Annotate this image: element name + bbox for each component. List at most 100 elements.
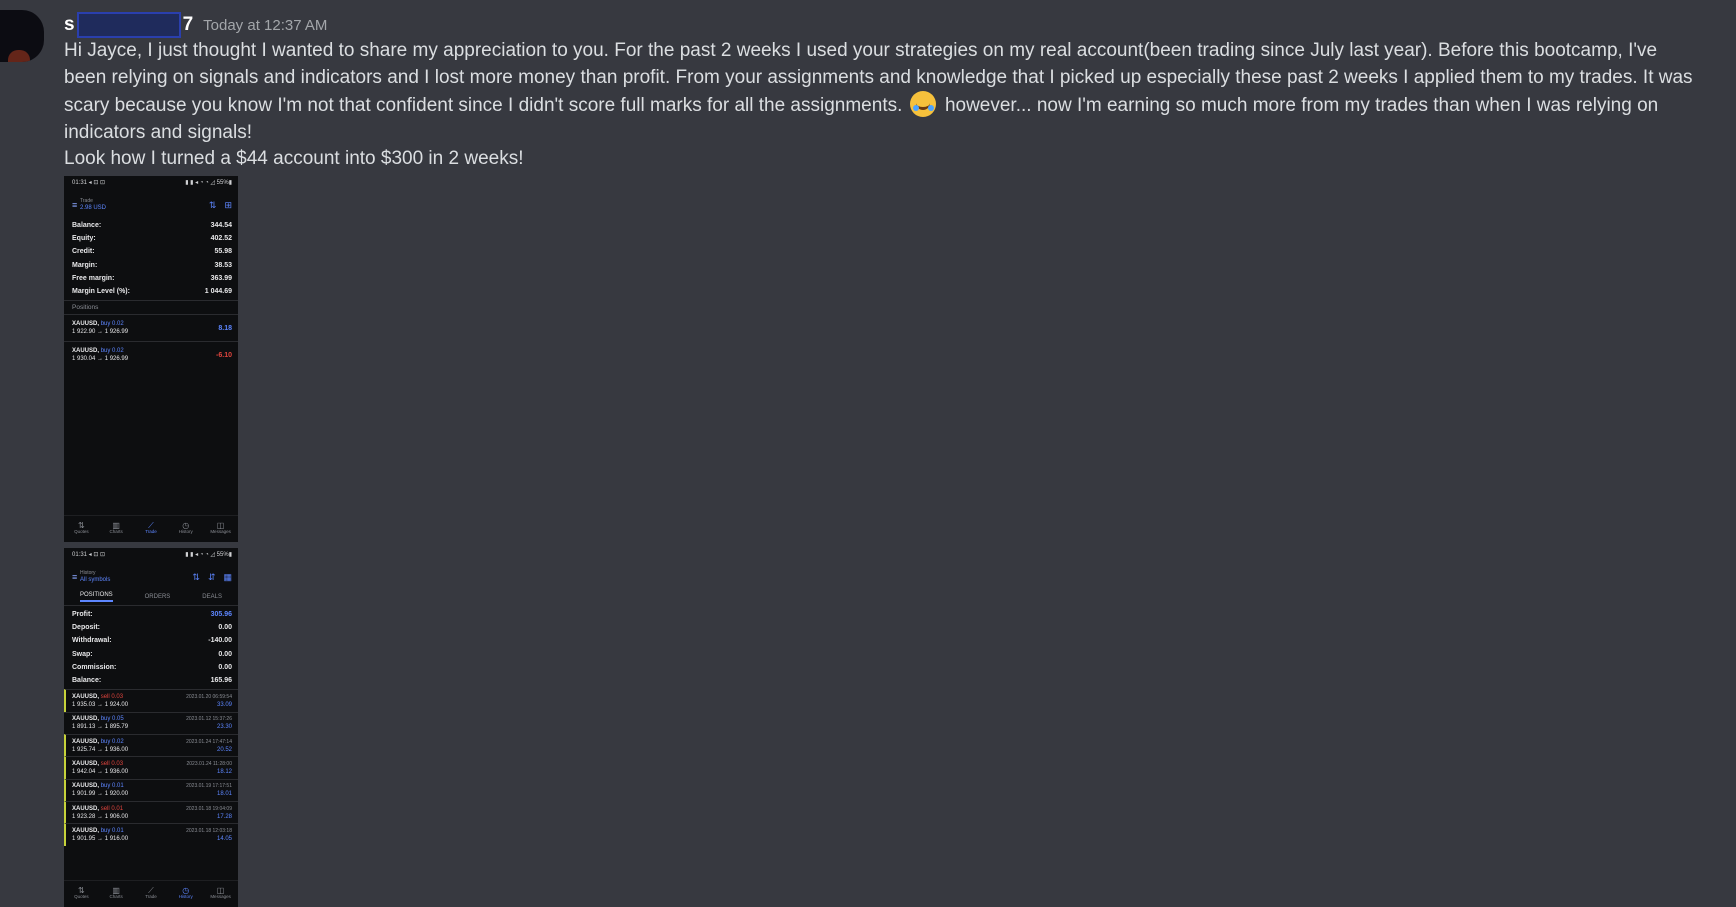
summary-row: Commission: 0.00 <box>72 661 232 674</box>
position-prices: 1 930.04 → 1 926.99 <box>72 356 129 363</box>
summary-value: -140.00 <box>208 637 232 645</box>
bottom-nav: ⇅ Quotes ▥ Charts ⟋ Trade ◷ History ◫ Message… <box>64 515 238 542</box>
deal-symbol: XAUUSD, <box>72 716 100 723</box>
summary-value: 38.53 <box>214 261 232 269</box>
deal-row: XAUUSD, sell 0.03 1 942.04 → 1 936.00 202… <box>64 756 238 779</box>
nav-messages: ◫ Messages <box>204 522 238 535</box>
deal-row: XAUUSD, sell 0.01 1 923.28 → 1 906.00 202… <box>64 801 238 824</box>
deal-side: buy 0.02 <box>100 738 124 745</box>
filter-icon: ⇅ <box>192 571 200 582</box>
tab-positions: POSITIONS <box>79 592 113 602</box>
summary-value: 55.98 <box>214 248 232 256</box>
toolbar-title-small: Trade <box>80 198 93 204</box>
nav-charts: ▥ Charts <box>99 522 133 535</box>
deal-prices: 1 935.03 → 1 924.00 <box>72 701 129 708</box>
deal-symbol: XAUUSD, <box>72 760 100 767</box>
summary-value: 1 044.69 <box>204 287 232 295</box>
summary-value: 344.54 <box>210 222 232 229</box>
deal-prices: 1 925.74 → 1 936.00 <box>72 746 129 753</box>
deal-profit: 18.01 <box>216 791 232 798</box>
sort-icon: ⇅ <box>208 199 217 210</box>
status-icons: ▮ ▮ ◂ ◔ ◔ ◿ 55%▮ <box>185 552 232 558</box>
menu-icon: ≡ <box>72 572 78 582</box>
summary-row: Profit: 305.96 <box>72 608 232 621</box>
nav-history: ◷ History <box>169 887 203 900</box>
deal-time: 2023.01.18 19:04:09 <box>186 805 232 812</box>
app-toolbar: ≡ History All symbols ⇅ ⇵ ▦ <box>64 565 238 589</box>
bottom-nav: ⇅ Quotes ▥ Charts ⟋ Trade ◷ History ◫ Message… <box>64 880 238 907</box>
tab-orders: ORDERS <box>144 594 171 600</box>
summary-row: Deposit: 0.00 <box>72 621 232 634</box>
nav-trade: ⟋ Trade <box>134 522 168 535</box>
status-time: 01:31 ◂ ⊡ ⊡ <box>72 552 106 558</box>
summary-value: 363.99 <box>210 274 232 282</box>
chat-message: s7 Today at 12:37 AM Hi Jayce, I just th… <box>0 0 1736 907</box>
position-profit: -6.10 <box>216 351 232 359</box>
nav-label: Charts <box>109 529 123 534</box>
history-summary: Profit: 305.96 Deposit: 0.00 Withdrawal: -1… <box>64 606 238 689</box>
attachment-image-trade[interactable]: 01:31 ◂ ⊡ ⊡ ▮ ▮ ◂ ◔ ◔ ◿ 55%▮ ≡ Trade 2.9… <box>64 176 238 542</box>
position-side: buy 0.02 <box>100 321 124 328</box>
redaction-box <box>76 12 181 38</box>
summary-label: Swap: <box>72 650 93 658</box>
summary-value: 0.00 <box>218 650 232 658</box>
deal-time: 2023.01.18 12:03:18 <box>186 828 232 835</box>
summary-row: Credit: 55.98 <box>72 245 232 258</box>
menu-icon: ≡ <box>72 200 78 210</box>
summary-label: Equity: <box>72 235 96 243</box>
avatar[interactable] <box>0 10 44 62</box>
summary-row: Margin Level (%): 1 044.69 <box>72 285 232 298</box>
username-end: 7 <box>182 14 194 36</box>
username-start: s <box>64 14 75 36</box>
deal-symbol: XAUUSD, <box>72 783 100 790</box>
deal-side: sell 0.03 <box>100 693 124 700</box>
summary-label: Credit: <box>72 248 95 256</box>
attachment-image-history[interactable]: 01:31 ◂ ⊡ ⊡ ▮ ▮ ◂ ◔ ◔ ◿ 55%▮ ≡ History A… <box>64 548 238 907</box>
deal-time: 2023.01.24 17:47:14 <box>186 738 232 745</box>
deal-prices: 1 901.99 → 1 920.00 <box>72 791 129 798</box>
deal-row: XAUUSD, buy 0.01 1 901.99 → 1 920.00 2023… <box>64 778 238 802</box>
deal-time: 2023.01.12 15:37:26 <box>186 716 232 723</box>
phone-status-bar: 01:31 ◂ ⊡ ⊡ ▮ ▮ ◂ ◔ ◔ ◿ 55%▮ <box>64 176 238 193</box>
sort-icon: ⇵ <box>207 571 216 582</box>
deal-time: 2023.01.24 11:28:00 <box>186 760 232 767</box>
deal-row: XAUUSD, sell 0.03 1 935.03 → 1 924.00 202… <box>64 689 238 712</box>
nav-label: History <box>178 894 193 899</box>
message-body: Hi Jayce, I just thought I wanted to sha… <box>64 38 1704 173</box>
summary-row: Withdrawal: -140.00 <box>72 634 232 647</box>
account-summary: Balance: 344.54 Equity: 402.52 Credit: 55.9… <box>64 217 238 300</box>
deal-row: XAUUSD, buy 0.05 1 891.13 → 1 895.79 2023… <box>64 711 238 734</box>
toolbar-title-small: History <box>80 570 96 576</box>
deal-profit: 33.09 <box>216 701 232 708</box>
deal-time: 2023.01.20 06:59:54 <box>186 693 232 700</box>
summary-row: Swap: 0.00 <box>72 648 232 661</box>
nav-label: Trade <box>145 529 157 534</box>
timestamp[interactable]: Today at 12:37 AM <box>203 17 327 34</box>
deal-profit: 23.30 <box>216 724 232 731</box>
toolbar-title-main: All symbols <box>80 577 111 583</box>
nav-label: Quotes <box>74 894 89 899</box>
deal-symbol: XAUUSD, <box>72 693 100 700</box>
toolbar-title: History All symbols <box>80 570 184 584</box>
nav-quotes: ⇅ Quotes <box>64 887 98 900</box>
position-symbol: XAUUSD, <box>72 348 100 355</box>
summary-label: Withdrawal: <box>72 637 112 645</box>
deal-side: sell 0.03 <box>100 760 124 767</box>
rofl-emoji-icon[interactable] <box>909 91 936 117</box>
deal-prices: 1 891.13 → 1 895.79 <box>72 724 129 731</box>
deal-side: buy 0.01 <box>100 783 124 790</box>
nav-quotes: ⇅ Quotes <box>64 522 98 535</box>
summary-value: 305.96 <box>210 611 232 618</box>
position-row: XAUUSD, buy 0.02 1 922.90 → 1 926.99 8.18 <box>64 314 238 341</box>
summary-row: Margin: 38.53 <box>72 259 232 272</box>
nav-label: Messages <box>210 529 231 534</box>
position-symbol: XAUUSD, <box>72 321 100 328</box>
nav-trade: ⟋ Trade <box>134 887 168 900</box>
deal-side: sell 0.01 <box>100 805 124 812</box>
toolbar-title: Trade 2.98 USD <box>80 198 201 212</box>
summary-label: Margin Level (%): <box>72 287 130 295</box>
deal-row: XAUUSD, buy 0.02 1 925.74 → 1 936.00 2023… <box>64 733 238 757</box>
tab-deals: DEALS <box>202 594 222 600</box>
summary-value: 0.00 <box>218 663 232 671</box>
username[interactable]: s7 <box>64 12 193 38</box>
